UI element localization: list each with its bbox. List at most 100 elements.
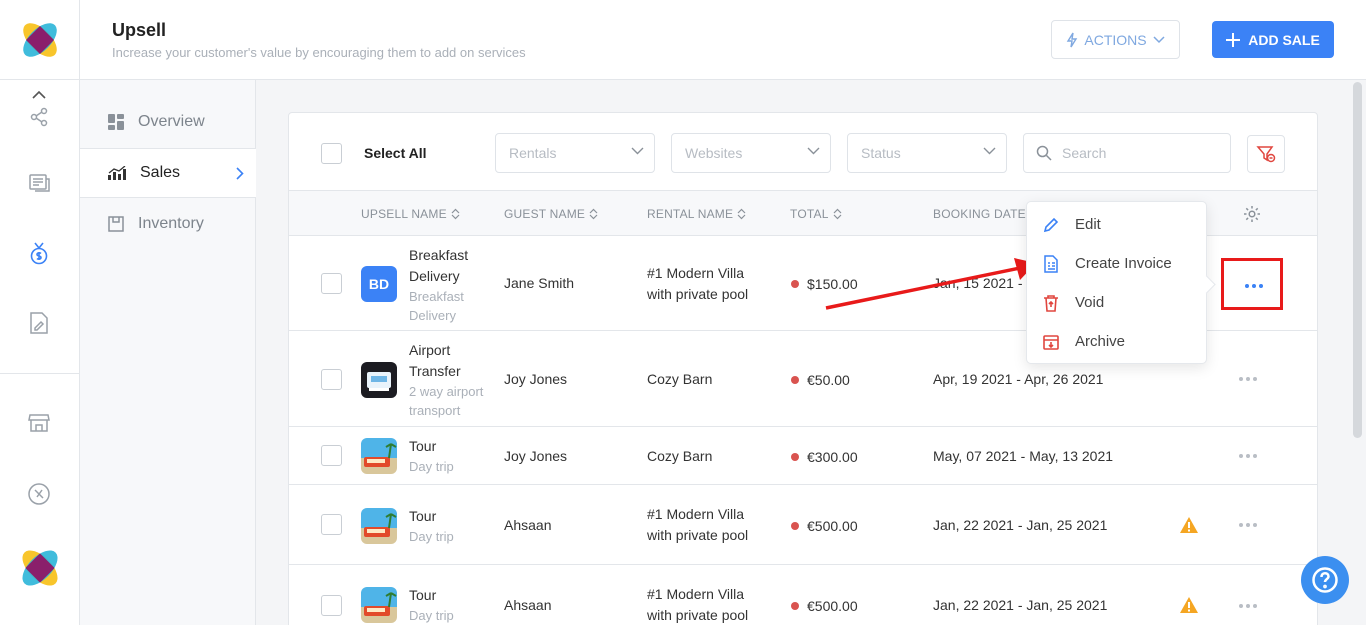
rental-name: Cozy Barn <box>647 371 713 387</box>
search-input[interactable] <box>1062 145 1212 161</box>
subnav-label: Inventory <box>138 215 204 232</box>
plus-icon <box>1226 32 1241 47</box>
warning-icon[interactable] <box>1179 596 1199 614</box>
status-dropdown[interactable]: Status <box>847 133 1007 173</box>
row-checkbox[interactable] <box>321 273 342 294</box>
filter-clear-icon <box>1256 146 1276 163</box>
subnav-item-overview[interactable]: Overview <box>80 97 256 147</box>
subnav-item-inventory[interactable]: Inventory <box>80 199 256 249</box>
search-box <box>1023 133 1231 173</box>
table-row[interactable]: Tour Day trip Ahsaan #1 Modern Villa with… <box>289 485 1317 565</box>
row-checkbox[interactable] <box>321 595 342 616</box>
sort-icon <box>737 208 746 220</box>
rental-name: Cozy Barn <box>647 448 713 464</box>
upsell-description: Day trip <box>409 529 454 544</box>
pencil-icon <box>1043 217 1059 232</box>
upsell-name: Airport Transfer 2 way airport transport <box>409 340 494 420</box>
booking-dates: Jan, 22 2021 - Jan, 25 2021 <box>933 597 1108 613</box>
actions-button[interactable]: ACTIONS <box>1051 20 1180 59</box>
gear-icon[interactable] <box>1243 205 1261 223</box>
clear-filter-button[interactable] <box>1247 135 1285 173</box>
rentals-dropdown[interactable]: Rentals <box>495 133 655 173</box>
page-subtitle: Increase your customer's value by encour… <box>112 45 526 60</box>
warning-icon[interactable] <box>1179 516 1199 534</box>
column-header-rental-name[interactable]: RENTAL NAME <box>647 207 746 221</box>
brand-logo-icon <box>22 550 58 586</box>
websites-dropdown[interactable]: Websites <box>671 133 831 173</box>
row-checkbox[interactable] <box>321 514 342 535</box>
upsell-name: Tour Day trip <box>409 436 494 476</box>
menu-item-create-invoice[interactable]: Create Invoice <box>1027 244 1208 283</box>
airport-transfer-image <box>361 362 397 398</box>
actions-label: ACTIONS <box>1084 31 1147 48</box>
row-checkbox[interactable] <box>321 445 342 466</box>
upsell-money-icon[interactable] <box>26 240 52 266</box>
rental-name: #1 Modern Villa with private pool <box>647 265 749 302</box>
document-edit-icon[interactable] <box>26 310 52 336</box>
more-options-button[interactable] <box>1239 377 1257 381</box>
chevron-down-icon <box>807 147 820 155</box>
subnav-label: Overview <box>138 113 205 130</box>
guest-name: Jane Smith <box>504 275 575 291</box>
more-options-button[interactable] <box>1239 604 1257 608</box>
tour-image <box>361 508 397 544</box>
upsell-description: Day trip <box>409 459 454 474</box>
share-nodes-icon[interactable] <box>26 104 52 130</box>
dashboard-icon <box>108 114 124 130</box>
chevron-down-icon <box>983 147 996 155</box>
menu-item-edit[interactable]: Edit <box>1027 205 1208 244</box>
scrollbar[interactable] <box>1353 82 1362 438</box>
upsell-thumbnail <box>361 438 397 474</box>
total-amount: €500.00 <box>791 598 858 614</box>
status-dot <box>791 376 799 384</box>
highlight-box <box>1221 258 1283 310</box>
app-logo-icon[interactable] <box>18 18 62 62</box>
upsell-description: Breakfast Delivery <box>409 289 464 323</box>
menu-item-void[interactable]: Void <box>1027 283 1208 322</box>
upsell-thumbnail <box>361 362 397 398</box>
help-question-icon <box>1312 567 1338 593</box>
trash-icon <box>1044 294 1058 312</box>
tour-image <box>361 438 397 474</box>
column-header-total[interactable]: TOTAL <box>790 207 842 221</box>
subnav-item-sales[interactable]: Sales <box>80 148 256 198</box>
guest-name: Joy Jones <box>504 371 568 387</box>
inventory-box-icon <box>108 216 124 232</box>
table-row[interactable]: Tour Day trip Ahsaan #1 Modern Villa with… <box>289 565 1317 625</box>
more-options-button[interactable] <box>1239 523 1257 527</box>
table-row[interactable]: Tour Day trip Joy Jones Cozy Barn €300.00… <box>289 427 1317 485</box>
add-sale-button[interactable]: ADD SALE <box>1212 21 1334 58</box>
status-dot <box>791 522 799 530</box>
menu-item-archive[interactable]: Archive <box>1027 322 1208 361</box>
upsell-description: 2 way airport transport <box>409 384 484 418</box>
sort-icon <box>451 208 460 220</box>
annotation-arrow-icon <box>825 258 1036 310</box>
store-icon[interactable] <box>26 410 52 436</box>
search-icon <box>1036 145 1052 161</box>
sort-icon <box>833 208 842 220</box>
column-header-booking-dates[interactable]: BOOKING DATES <box>933 207 1034 221</box>
upsell-thumbnail: BD <box>361 266 397 302</box>
left-rail <box>0 0 80 625</box>
total-amount: €300.00 <box>791 449 858 465</box>
explore-icon[interactable] <box>26 481 52 507</box>
upsell-description: Day trip <box>409 608 454 623</box>
column-header-guest-name[interactable]: GUEST NAME <box>504 207 598 221</box>
upsell-name: Tour Day trip <box>409 506 494 546</box>
status-dot <box>791 453 799 461</box>
lightning-icon <box>1067 32 1078 47</box>
chevron-down-icon <box>1153 35 1165 43</box>
rental-name: #1 Modern Villa with private pool <box>647 506 749 543</box>
rail-divider <box>0 373 80 374</box>
reservations-icon[interactable] <box>26 170 52 196</box>
status-dot <box>791 602 799 610</box>
sales-chart-icon <box>108 166 126 180</box>
collapse-up-icon[interactable] <box>26 86 52 102</box>
guest-name: Ahsaan <box>504 597 552 613</box>
select-all-checkbox[interactable] <box>321 143 342 164</box>
rental-name: #1 Modern Villa with private pool <box>647 586 749 623</box>
column-header-upsell-name[interactable]: UPSELL NAME <box>361 207 460 221</box>
more-options-button[interactable] <box>1239 454 1257 458</box>
row-checkbox[interactable] <box>321 369 342 390</box>
help-button[interactable] <box>1301 556 1349 604</box>
